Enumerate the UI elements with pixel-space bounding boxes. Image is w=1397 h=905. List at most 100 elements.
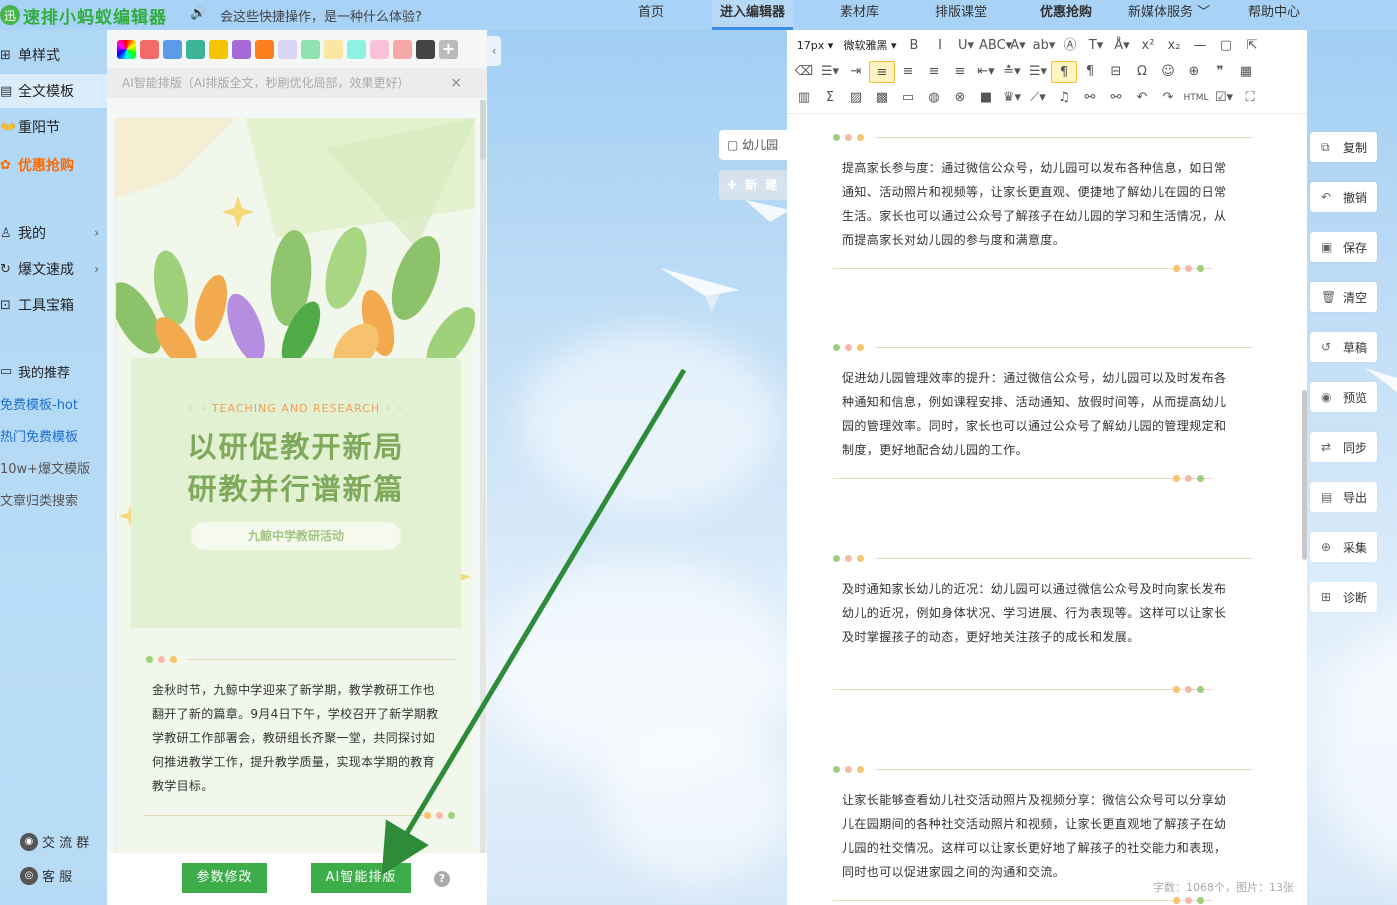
toolbar-button-row1-0[interactable]: B <box>901 35 927 57</box>
toolbar-button-row3-11[interactable]: ⚯ <box>1077 87 1103 109</box>
toolbar-button-row3-6[interactable]: ⊗ <box>947 87 973 109</box>
collapse-panel-button[interactable]: ‹ <box>487 36 501 66</box>
sidebar-item-full-template[interactable]: ▤ 全文模板 <box>0 74 107 108</box>
new-doc-button[interactable]: ✚ 新 建 <box>719 170 787 200</box>
toolbar-button-row1-8[interactable]: Å▾ <box>1109 35 1135 57</box>
action-button-2[interactable]: ▣ 保存 <box>1310 232 1377 262</box>
help-icon[interactable]: ? <box>434 871 450 887</box>
toolbar-button-row3-12[interactable]: ⚯ <box>1103 87 1129 109</box>
template-preview[interactable]: ◦ ◦ TEACHING AND RESEARCH ◦ ◦ 以研促教开新局 研教… <box>115 118 475 853</box>
nav-help[interactable]: 帮助中心 <box>1248 0 1300 30</box>
nav-home[interactable]: 首页 <box>638 0 664 30</box>
sidebar-item-single-style[interactable]: ⊞ 单样式 <box>0 38 107 72</box>
toolbar-button-row3-5[interactable]: ◍ <box>921 87 947 109</box>
swatch[interactable] <box>301 40 320 59</box>
toolbar-button-row3-4[interactable]: ▭ <box>895 87 921 109</box>
action-button-5[interactable]: ◉ 预览 <box>1310 382 1377 412</box>
toolbar-button-row2-15[interactable]: ⊕ <box>1181 61 1207 83</box>
toolbar-button-row1-3[interactable]: ABC▾ <box>979 35 1012 57</box>
toolbar-button-row1-12[interactable]: ▢ <box>1213 35 1239 57</box>
swatch[interactable] <box>370 40 389 59</box>
params-edit-button[interactable]: 参数修改 <box>182 863 267 893</box>
swatch[interactable] <box>186 40 205 59</box>
sidebar-item-toolbox[interactable]: ⊡ 工具宝箱 <box>0 288 107 322</box>
copy-button[interactable]: ⧉ 复制 <box>1310 132 1377 162</box>
toolbar-button-row3-2[interactable]: ▨ <box>843 87 869 109</box>
swatch[interactable] <box>393 40 412 59</box>
toolbar-button-row2-4[interactable]: ≡ <box>895 61 921 83</box>
panel-scrollbar[interactable] <box>480 100 486 860</box>
link-free-hot[interactable]: 免费模板-hot <box>0 394 78 413</box>
sidebar-item-mine[interactable]: ♙ 我的 › <box>0 216 107 250</box>
swatch[interactable] <box>324 40 343 59</box>
sidebar-item-promo[interactable]: ✿ 优惠抢购 <box>0 148 107 182</box>
toolbar-button-row2-0[interactable]: ⌫ <box>791 61 817 83</box>
toolbar-button-row3-9[interactable]: ⟋▾ <box>1025 87 1051 109</box>
panel-scrollbar-thumb[interactable] <box>480 100 486 160</box>
sidebar-item-viral[interactable]: ↻ 爆文速成 › <box>0 252 107 286</box>
toolbar-button-row3-13[interactable]: ↶ <box>1129 87 1155 109</box>
action-button-6[interactable]: ⇄ 同步 <box>1310 432 1377 462</box>
toolbar-button-row2-13[interactable]: Ω <box>1129 61 1155 83</box>
nav-editor[interactable]: 进入编辑器 <box>712 0 794 30</box>
toolbar-button-row2-17[interactable]: ▦ <box>1233 61 1259 83</box>
toolbar-button-row2-11[interactable]: ¶ <box>1077 61 1103 83</box>
swatch[interactable] <box>347 40 366 59</box>
action-button-4[interactable]: ↺ 草稿 <box>1310 332 1377 362</box>
toolbar-button-row2-9[interactable]: ☰▾ <box>1025 61 1051 83</box>
toolbar-button-row3-10[interactable]: ♫ <box>1051 87 1077 109</box>
toolbar-button-row2-2[interactable]: ⇥ <box>843 61 869 83</box>
swatch[interactable] <box>209 40 228 59</box>
logo[interactable]: 迅 速排小蚂蚁编辑器 <box>0 3 167 28</box>
paragraph[interactable]: 及时通知家长幼儿的近况：幼儿园可以通过微信公众号及时向家长发布幼儿的近况，例如身… <box>842 577 1237 649</box>
font-size-select[interactable]: 17px ▾ <box>791 35 839 57</box>
font-family-select[interactable]: 微软雅黑 ▾ <box>839 35 901 57</box>
toolbar-button-row2-6[interactable]: ≡ <box>947 61 973 83</box>
toolbar-button-row2-8[interactable]: ≛▾ <box>999 61 1025 83</box>
toolbar-button-row3-17[interactable]: ⛶ <box>1237 87 1263 109</box>
toolbar-button-row3-16[interactable]: ☑▾ <box>1211 87 1237 109</box>
toolbar-button-row1-2[interactable]: U▾ <box>953 35 979 57</box>
link-hot-free[interactable]: 热门免费模板 <box>0 426 78 445</box>
ai-layout-button[interactable]: AI智能排版 <box>311 863 411 893</box>
nav-promo[interactable]: 优惠抢购 <box>1040 0 1092 30</box>
chat-group-button[interactable]: ◉ 交 流 群 <box>20 832 89 851</box>
swatch[interactable] <box>140 40 159 59</box>
toolbar-button-row2-7[interactable]: ⇤▾ <box>973 61 999 83</box>
customer-service-button[interactable]: ◎ 客 服 <box>20 866 72 885</box>
swatch[interactable] <box>163 40 182 59</box>
toolbar-button-row2-3[interactable]: ≡ <box>869 61 895 83</box>
toolbar-button-row1-6[interactable]: Ⓐ <box>1057 35 1083 57</box>
swatch[interactable] <box>278 40 297 59</box>
paragraph[interactable]: 提高家长参与度：通过微信公众号，幼儿园可以发布各种信息，如日常通知、活动照片和视… <box>842 156 1237 252</box>
toolbar-button-row1-13[interactable]: ⇱ <box>1239 35 1265 57</box>
paragraph[interactable]: 促进幼儿园管理效率的提升：通过微信公众号，幼儿园可以及时发布各种通知和信息，例如… <box>842 366 1237 462</box>
editor-scrollbar[interactable] <box>1302 390 1307 560</box>
action-button-7[interactable]: ▤ 导出 <box>1310 482 1377 512</box>
swatch[interactable] <box>255 40 274 59</box>
toolbar-button-row2-12[interactable]: ⊟ <box>1103 61 1129 83</box>
toolbar-button-row1-11[interactable]: — <box>1187 35 1213 57</box>
toolbar-button-row3-0[interactable]: ▥ <box>791 87 817 109</box>
toolbar-button-row2-1[interactable]: ☰▾ <box>817 61 843 83</box>
editor-content[interactable]: 提高家长参与度：通过微信公众号，幼儿园可以发布各种信息，如日常通知、活动照片和视… <box>787 114 1307 905</box>
toolbar-button-row3-3[interactable]: ▩ <box>869 87 895 109</box>
swatch[interactable] <box>416 40 435 59</box>
toolbar-button-row1-5[interactable]: ab▾ <box>1031 35 1057 57</box>
action-button-9[interactable]: ⊞ 诊断 <box>1310 582 1377 612</box>
sidebar-item-chongyang[interactable]: 👐 重阳节 <box>0 110 107 144</box>
toolbar-button-row1-4[interactable]: A▾ <box>1005 35 1031 57</box>
toolbar-button-row3-15[interactable]: HTML <box>1181 87 1211 109</box>
announcement-text[interactable]: 会这些快捷操作，是一种什么体验? <box>220 6 422 25</box>
action-button-3[interactable]: 🗑 清空 <box>1310 282 1377 312</box>
toolbar-button-row2-16[interactable]: ❞ <box>1207 61 1233 83</box>
nav-services[interactable]: 新媒体服务 ﹀ <box>1128 0 1210 30</box>
doc-tab-kindergarten[interactable]: ▢ 幼儿园 <box>719 130 787 160</box>
swatch[interactable] <box>232 40 251 59</box>
toolbar-button-row2-5[interactable]: ≡ <box>921 61 947 83</box>
toolbar-button-row1-1[interactable]: I <box>927 35 953 57</box>
paragraph[interactable]: 让家长能够查看幼儿社交活动照片及视频分享：微信公众号可以分享幼儿在园期间的各种社… <box>842 788 1237 884</box>
toolbar-button-row1-10[interactable]: x₂ <box>1161 35 1187 57</box>
action-button-1[interactable]: ↶ 撤销 <box>1310 182 1377 212</box>
toolbar-button-row3-14[interactable]: ↷ <box>1155 87 1181 109</box>
